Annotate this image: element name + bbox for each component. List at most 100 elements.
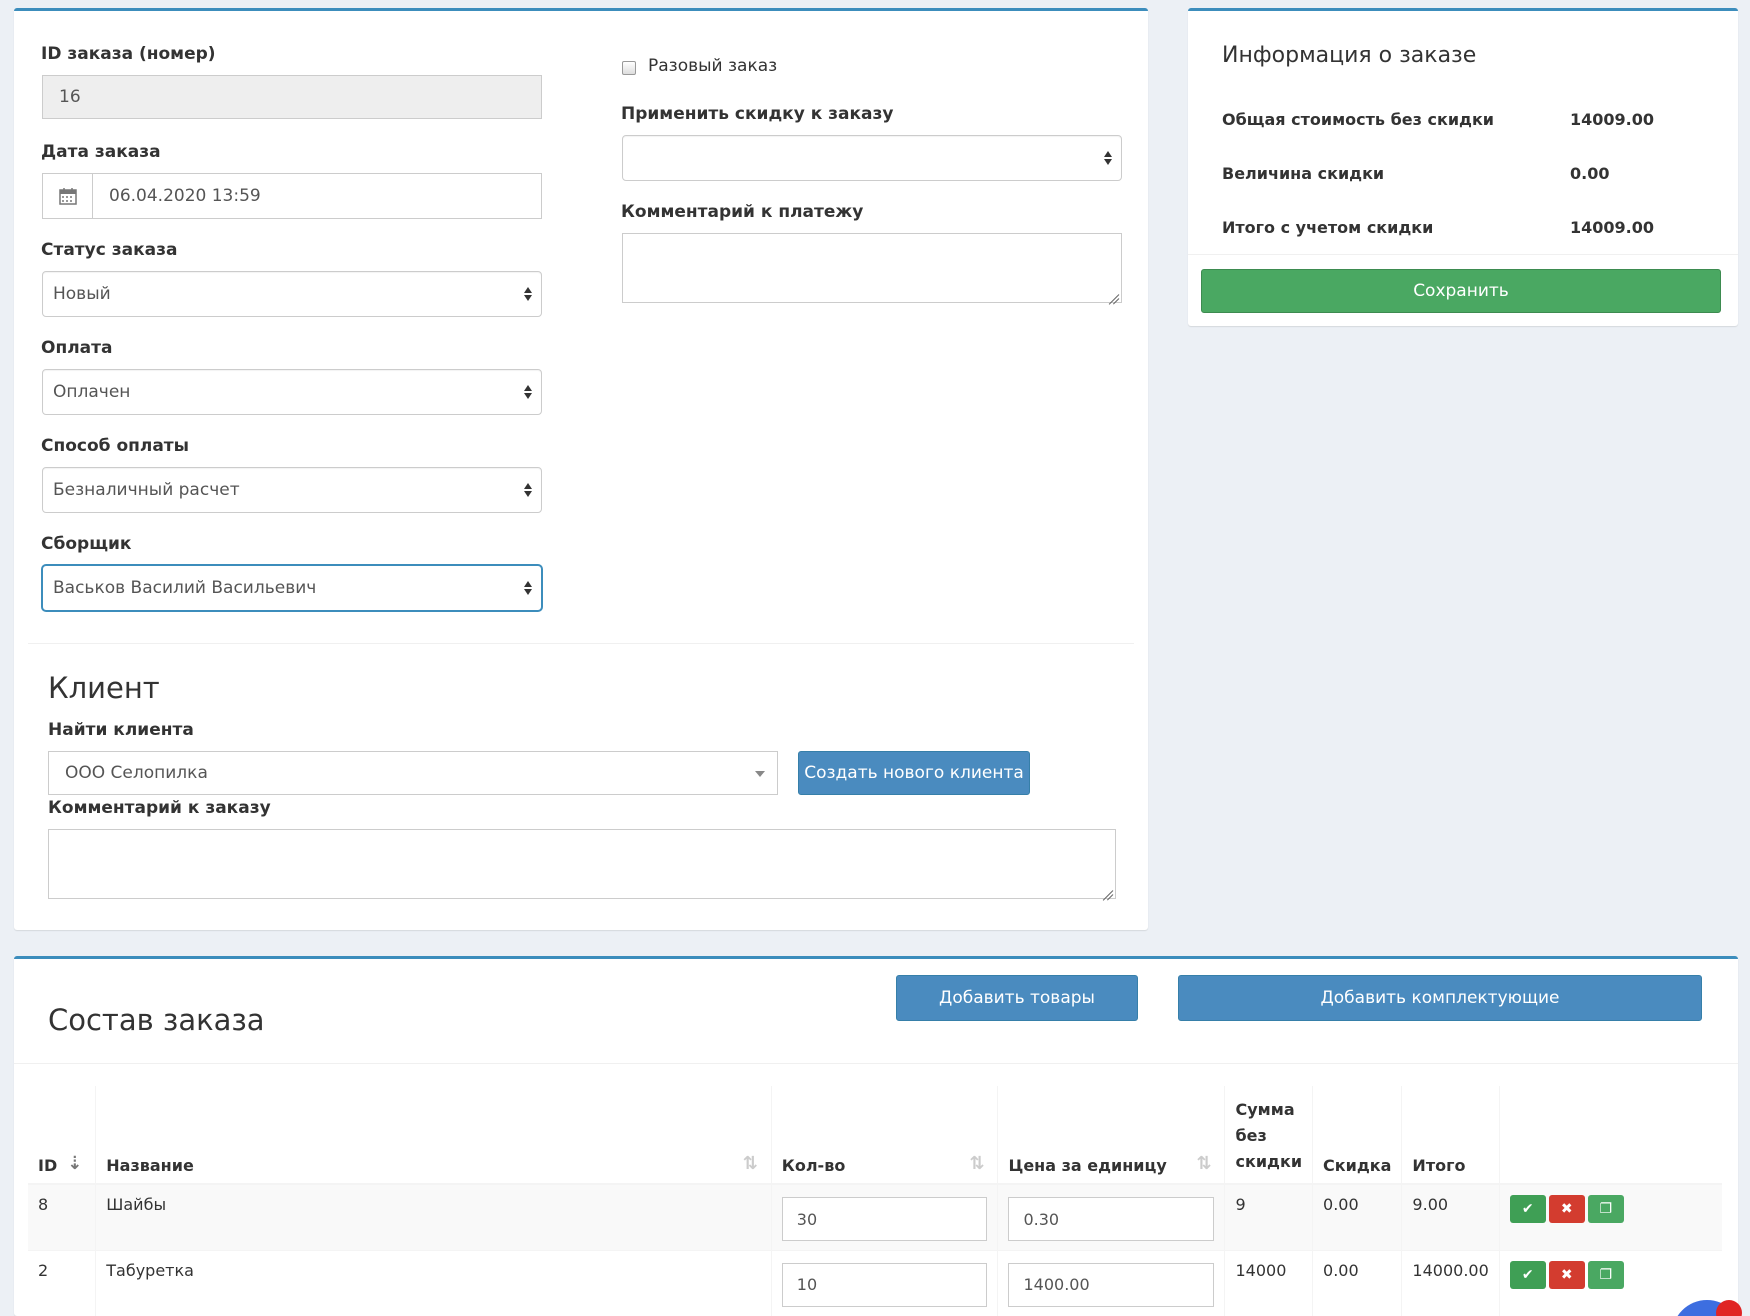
info-label-total-no-discount: Общая стоимость без скидки bbox=[1222, 110, 1495, 129]
order-composition-box: Состав заказа Добавить товары Добавить к… bbox=[14, 956, 1738, 1316]
find-client-label: Найти клиента bbox=[48, 720, 194, 740]
cell-discount: 0.00 bbox=[1312, 1249, 1403, 1316]
order-date-value: 06.04.2020 13:59 bbox=[109, 186, 261, 206]
col-id[interactable]: ID ⇣ bbox=[28, 1086, 97, 1185]
col-discount-label: Скидка bbox=[1323, 1156, 1392, 1175]
order-status-select[interactable]: Новый bbox=[42, 271, 542, 317]
col-actions bbox=[1499, 1086, 1722, 1185]
order-items-table: ID ⇣ Название ⇅ Кол-во ⇅ Цена за единицу… bbox=[28, 1086, 1722, 1316]
info-value-total-with-discount: 14009.00 bbox=[1570, 218, 1655, 237]
info-value-total-no-discount: 14009.00 bbox=[1570, 110, 1655, 129]
sort-icon[interactable]: ⇅ bbox=[1196, 1153, 1214, 1174]
add-parts-button[interactable]: Добавить комплектующие bbox=[1178, 975, 1702, 1021]
col-price[interactable]: Цена за единицу ⇅ bbox=[997, 1086, 1226, 1185]
one-time-order-checkbox[interactable] bbox=[622, 61, 636, 75]
find-client-value: ООО Селопилка bbox=[65, 763, 208, 783]
col-discount: Скидка bbox=[1312, 1086, 1403, 1185]
calendar-icon[interactable] bbox=[43, 174, 93, 218]
info-label-total-with-discount: Итого с учетом скидки bbox=[1222, 218, 1434, 237]
cell-name: Табуретка bbox=[95, 1249, 772, 1316]
col-total: Итого bbox=[1401, 1086, 1500, 1185]
payment-method-value: Безналичный расчет bbox=[53, 480, 240, 500]
sort-icon[interactable]: ⇅ bbox=[969, 1153, 987, 1174]
select-arrows-icon bbox=[523, 481, 533, 499]
col-sum-label-1: Сумма bbox=[1235, 1100, 1295, 1119]
resize-grip-icon[interactable] bbox=[1101, 884, 1113, 896]
price-input[interactable]: 0.30 bbox=[1008, 1197, 1215, 1241]
payment-comment-textarea[interactable] bbox=[622, 233, 1122, 303]
col-qty[interactable]: Кол-во ⇅ bbox=[771, 1086, 999, 1185]
info-label-discount: Величина скидки bbox=[1222, 164, 1385, 183]
order-date-field[interactable]: 06.04.2020 13:59 bbox=[42, 173, 542, 219]
notification-badge bbox=[1716, 1300, 1742, 1316]
select-arrows-icon bbox=[1103, 149, 1113, 167]
sort-desc-icon[interactable]: ⇣ bbox=[67, 1153, 85, 1174]
col-total-label: Итого bbox=[1412, 1156, 1466, 1175]
assembler-value: Васьков Василий Васильевич bbox=[53, 578, 317, 598]
dropdown-caret-icon bbox=[755, 771, 765, 777]
cell-id: 2 bbox=[28, 1249, 97, 1316]
delete-icon[interactable]: ✖ bbox=[1548, 1260, 1585, 1289]
col-sum-label-3: скидки bbox=[1235, 1152, 1303, 1171]
order-status-label: Статус заказа bbox=[41, 240, 178, 260]
copy-icon[interactable]: ❐ bbox=[1587, 1260, 1624, 1289]
col-name-label: Название bbox=[106, 1156, 194, 1175]
payment-method-select[interactable]: Безналичный расчет bbox=[42, 467, 542, 513]
table-row: 8 Шайбы 30 0.30 9 0.00 9.00 ✔ ✖ ❐ bbox=[28, 1183, 1722, 1250]
order-date-label: Дата заказа bbox=[41, 142, 161, 162]
select-arrows-icon bbox=[523, 383, 533, 401]
find-client-select[interactable]: ООО Селопилка bbox=[48, 751, 778, 795]
payment-comment-label: Комментарий к платежу bbox=[621, 202, 864, 222]
cell-total: 9.00 bbox=[1401, 1183, 1500, 1250]
col-sum-label-2: без bbox=[1235, 1126, 1267, 1145]
cell-total: 14000.00 bbox=[1401, 1249, 1500, 1316]
order-id-label: ID заказа (номер) bbox=[41, 44, 216, 64]
payment-label: Оплата bbox=[41, 338, 113, 358]
section-divider bbox=[28, 643, 1134, 644]
save-button[interactable]: Сохранить bbox=[1201, 269, 1721, 313]
copy-icon[interactable]: ❐ bbox=[1587, 1195, 1624, 1223]
order-id-field: 16 bbox=[42, 75, 542, 119]
delete-icon[interactable]: ✖ bbox=[1548, 1195, 1585, 1223]
cell-actions: ✔ ✖ ❐ bbox=[1499, 1183, 1722, 1250]
col-id-label: ID bbox=[38, 1156, 58, 1175]
qty-input[interactable]: 10 bbox=[781, 1262, 988, 1307]
discount-label: Применить скидку к заказу bbox=[621, 104, 894, 124]
cell-qty: 10 bbox=[771, 1249, 999, 1316]
payment-method-label: Способ оплаты bbox=[41, 436, 190, 456]
create-client-button[interactable]: Создать нового клиента bbox=[798, 751, 1030, 795]
cell-price: 1400.00 bbox=[997, 1249, 1226, 1316]
order-info-title: Информация о заказе bbox=[1222, 43, 1477, 68]
composition-divider bbox=[14, 1063, 1738, 1064]
table-header-row: ID ⇣ Название ⇅ Кол-во ⇅ Цена за единицу… bbox=[28, 1086, 1722, 1185]
order-status-value: Новый bbox=[53, 284, 111, 304]
assembler-label: Сборщик bbox=[41, 534, 132, 554]
composition-title: Состав заказа bbox=[48, 1003, 265, 1037]
sort-icon[interactable]: ⇅ bbox=[743, 1153, 761, 1174]
order-info-box: Информация о заказе Общая стоимость без … bbox=[1188, 8, 1738, 326]
table-row: 2 Табуретка 10 1400.00 14000 0.00 14000.… bbox=[28, 1249, 1722, 1316]
cell-sum: 9 bbox=[1224, 1183, 1314, 1250]
info-divider bbox=[1188, 254, 1738, 255]
col-name[interactable]: Название ⇅ bbox=[95, 1086, 772, 1185]
add-goods-button[interactable]: Добавить товары bbox=[896, 975, 1138, 1021]
confirm-icon[interactable]: ✔ bbox=[1509, 1260, 1546, 1289]
payment-select[interactable]: Оплачен bbox=[42, 369, 542, 415]
resize-grip-icon[interactable] bbox=[1107, 288, 1119, 300]
confirm-icon[interactable]: ✔ bbox=[1509, 1195, 1546, 1223]
qty-input[interactable]: 30 bbox=[781, 1197, 988, 1241]
discount-select[interactable] bbox=[622, 135, 1122, 181]
price-input[interactable]: 1400.00 bbox=[1008, 1262, 1215, 1307]
one-time-order-label: Разовый заказ bbox=[648, 56, 778, 76]
cell-discount: 0.00 bbox=[1312, 1183, 1403, 1250]
cell-price: 0.30 bbox=[997, 1183, 1226, 1250]
payment-value: Оплачен bbox=[53, 382, 131, 402]
select-arrows-icon bbox=[523, 285, 533, 303]
cell-name: Шайбы bbox=[95, 1183, 772, 1250]
cell-id: 8 bbox=[28, 1183, 97, 1250]
col-sum: Сумма без скидки bbox=[1224, 1086, 1314, 1185]
cell-sum: 14000 bbox=[1224, 1249, 1314, 1316]
order-comment-textarea[interactable] bbox=[48, 829, 1116, 899]
assembler-select[interactable]: Васьков Василий Васильевич bbox=[42, 565, 542, 611]
cell-qty: 30 bbox=[771, 1183, 999, 1250]
